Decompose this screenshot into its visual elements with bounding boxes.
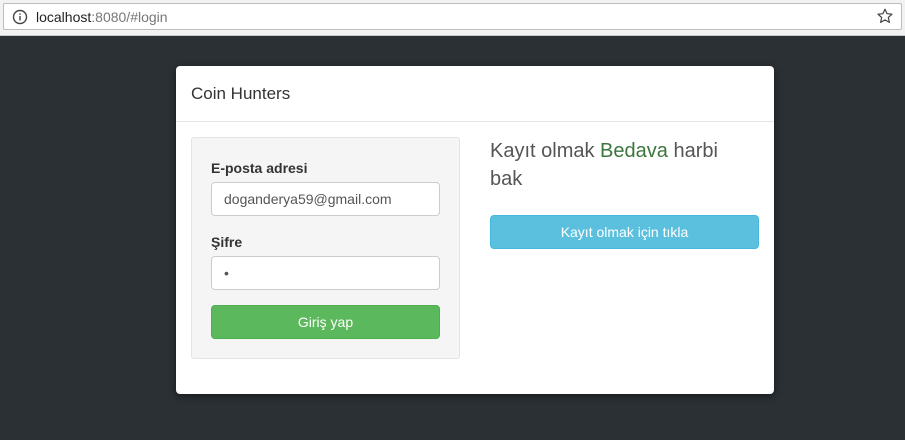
url-host: localhost <box>36 9 92 25</box>
browser-toolbar: localhost:8080/#login <box>0 0 905 36</box>
url-path: :8080/#login <box>91 9 168 25</box>
password-field[interactable] <box>211 256 440 290</box>
panel-heading: Coin Hunters <box>176 66 774 122</box>
signup-heading-highlight: Bedava <box>600 140 668 162</box>
signup-button[interactable]: Kayıt olmak için tıkla <box>490 215 759 249</box>
url-text[interactable]: localhost:8080/#login <box>36 9 168 25</box>
signup-heading-prefix: Kayıt olmak <box>490 140 601 162</box>
address-bar[interactable]: localhost:8080/#login <box>3 3 902 30</box>
panel-title: Coin Hunters <box>191 84 291 103</box>
password-label: Şifre <box>211 234 243 250</box>
login-form: E-posta adresi Şifre Giriş yap <box>191 137 460 359</box>
bookmark-star-icon[interactable] <box>877 7 893 25</box>
info-icon[interactable] <box>12 9 28 25</box>
email-field[interactable] <box>211 182 440 216</box>
login-panel: Coin Hunters E-posta adresi Şifre Giriş … <box>176 66 774 394</box>
signup-heading: Kayıt olmak Bedava harbi bak <box>490 137 750 193</box>
email-label: E-posta adresi <box>211 160 308 176</box>
login-button[interactable]: Giriş yap <box>211 305 440 339</box>
